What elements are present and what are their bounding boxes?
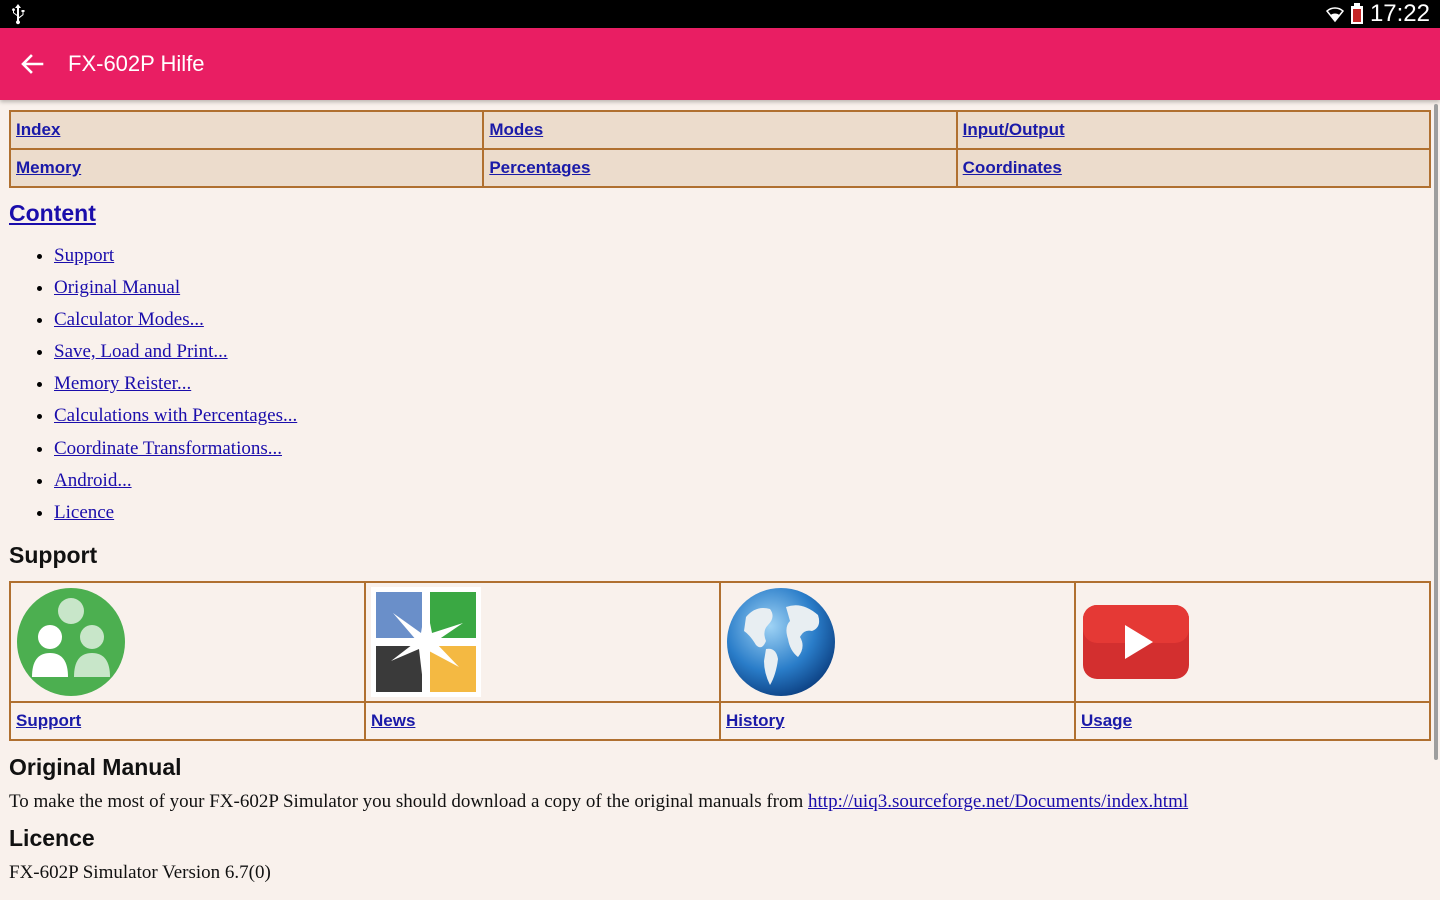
nav-link-memory[interactable]: Memory xyxy=(16,158,81,177)
manual-download-link[interactable]: http://uiq3.sourceforge.net/Documents/in… xyxy=(808,791,1188,812)
usb-icon xyxy=(12,4,25,25)
scrollbar[interactable] xyxy=(1434,104,1438,760)
globe-icon[interactable] xyxy=(726,587,836,697)
usage-tile xyxy=(1074,581,1431,703)
nav-row: Index Modes Input/Output xyxy=(8,110,1432,150)
history-tile xyxy=(719,581,1076,703)
back-arrow-icon[interactable] xyxy=(18,50,46,78)
toc-item: Original Manual xyxy=(54,272,297,304)
support-link[interactable]: Support xyxy=(16,711,81,730)
toc-list: Support Original Manual Calculator Modes… xyxy=(9,240,297,529)
wifi-icon xyxy=(1325,7,1344,23)
status-clock: 17:22 xyxy=(1369,0,1430,27)
toc-item: Coordinate Transformations... xyxy=(54,433,297,465)
toc-link-support[interactable]: Support xyxy=(54,245,114,266)
nav-cell: Coordinates xyxy=(955,148,1432,188)
help-content: Index Modes Input/Output Memory Percenta… xyxy=(0,100,1432,900)
toc-item: Calculations with Percentages... xyxy=(54,400,297,432)
tile-label-cell: Usage xyxy=(1074,701,1431,741)
nav-link-percentages[interactable]: Percentages xyxy=(489,158,590,177)
nav-cell: Modes xyxy=(482,110,958,150)
battery-icon xyxy=(1350,3,1363,24)
app-bar: FX-602P Hilfe xyxy=(0,28,1440,100)
original-manual-text: To make the most of your FX-602P Simulat… xyxy=(9,791,809,812)
support-people-icon[interactable] xyxy=(16,587,126,697)
toc-item: Support xyxy=(54,240,297,272)
nav-link-modes[interactable]: Modes xyxy=(489,120,543,139)
support-table: Support News History Usage xyxy=(9,581,1431,741)
support-heading: Support xyxy=(9,542,98,568)
toc-item: Licence xyxy=(54,497,297,529)
nav-row: Memory Percentages Coordinates xyxy=(8,148,1432,188)
tile-label-cell: News xyxy=(364,701,721,741)
toc-item: Memory Reister... xyxy=(54,368,297,400)
tile-label-cell: History xyxy=(719,701,1076,741)
youtube-play-icon[interactable] xyxy=(1081,587,1191,697)
nav-cell: Index xyxy=(8,110,485,150)
toc-link-original-manual[interactable]: Original Manual xyxy=(54,277,180,298)
nav-cell: Memory xyxy=(8,148,485,188)
nav-table: Index Modes Input/Output Memory Percenta… xyxy=(8,110,1432,188)
licence-heading: Licence xyxy=(9,825,95,851)
tile-label-cell: Support xyxy=(9,701,366,741)
toc-item: Calculator Modes... xyxy=(54,304,297,336)
toc-item: Save, Load and Print... xyxy=(54,336,297,368)
toc-link-coordinate-transformations[interactable]: Coordinate Transformations... xyxy=(54,438,282,459)
nav-link-index[interactable]: Index xyxy=(16,120,60,139)
original-manual-paragraph: To make the most of your FX-602P Simulat… xyxy=(9,791,1188,813)
original-manual-heading: Original Manual xyxy=(9,754,182,780)
content-heading-link[interactable]: Content xyxy=(9,200,96,226)
app-title: FX-602P Hilfe xyxy=(68,51,205,76)
nav-cell: Input/Output xyxy=(955,110,1432,150)
news-squares-icon[interactable] xyxy=(371,587,481,697)
nav-link-input-output[interactable]: Input/Output xyxy=(963,120,1065,139)
support-tile xyxy=(9,581,366,703)
licence-text: FX-602P Simulator Version 6.7(0) xyxy=(9,862,271,883)
toc-link-licence[interactable]: Licence xyxy=(54,502,114,523)
support-labels-row: Support News History Usage xyxy=(9,701,1431,741)
toc-link-save-load-print[interactable]: Save, Load and Print... xyxy=(54,341,228,362)
nav-link-coordinates[interactable]: Coordinates xyxy=(963,158,1062,177)
toc-link-calculator-modes[interactable]: Calculator Modes... xyxy=(54,309,204,330)
support-icons-row xyxy=(9,581,1431,703)
history-link[interactable]: History xyxy=(726,711,785,730)
news-tile xyxy=(364,581,721,703)
toc-item: Android... xyxy=(54,465,297,497)
usage-link[interactable]: Usage xyxy=(1081,711,1132,730)
toc-link-android[interactable]: Android... xyxy=(54,470,132,491)
toc-link-percentages[interactable]: Calculations with Percentages... xyxy=(54,405,297,426)
nav-cell: Percentages xyxy=(482,148,958,188)
toc-link-memory-register[interactable]: Memory Reister... xyxy=(54,373,191,394)
status-bar: 17:22 xyxy=(0,0,1440,28)
news-link[interactable]: News xyxy=(371,711,415,730)
content-heading: Content xyxy=(9,200,96,227)
